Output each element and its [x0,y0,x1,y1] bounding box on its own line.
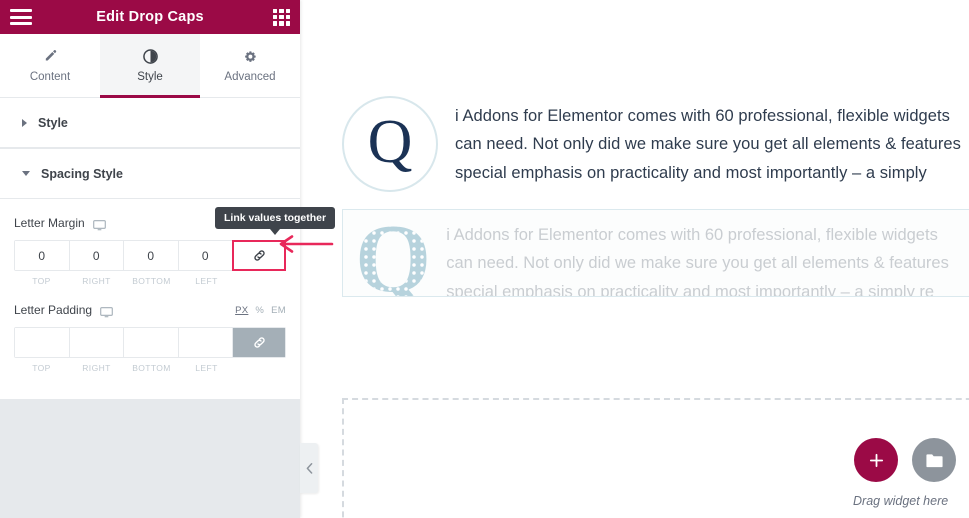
control-letter-padding: Letter Padding PX % EM TOP RIGHT BOTTOM … [14,302,286,373]
paragraph-line: can need. Not only did we make sure you … [446,254,949,273]
section-body-spacing-style: Letter Margin 0 0 0 0 TOP RIGHT BOTTOM L… [0,199,336,399]
dim-label-left: LEFT [195,276,218,286]
hamburger-menu-icon[interactable] [10,9,32,25]
dim-label-top: TOP [32,363,51,373]
desktop-monitor-icon[interactable] [92,218,106,230]
dim-label-right: RIGHT [82,276,111,286]
chevron-left-icon [306,462,312,474]
letter-margin-link-values-button[interactable] [232,240,286,271]
letter-padding-left-input[interactable] [178,328,233,357]
folder-icon [925,453,943,467]
tab-style-label: Style [137,71,163,83]
dim-label-right: RIGHT [82,363,111,373]
link-chain-icon [253,337,265,348]
letter-margin-left-input[interactable]: 0 [178,241,233,270]
letter-padding-bottom-input[interactable] [124,328,179,357]
letter-margin-label: Letter Margin [14,216,85,230]
section-header-style[interactable]: Style [0,98,300,148]
letter-margin-bottom-input[interactable]: 0 [124,241,179,270]
unit-px[interactable]: PX [235,305,248,316]
letter-padding-right-input[interactable] [69,328,124,357]
editor-panel: Edit Drop Caps Content Style Advanced St… [0,0,336,518]
section-style-label: Style [38,115,68,130]
gear-icon [242,48,258,64]
dim-label-top: TOP [32,276,51,286]
dim-label-spacer [234,363,286,373]
chevron-right-icon [22,118,27,127]
dim-label-left: LEFT [195,363,218,373]
panel-tabs: Content Style Advanced [0,34,300,98]
paragraph-line: i Addons for Elementor comes with 60 pro… [446,226,938,244]
panel-collapse-handle[interactable] [300,443,318,493]
widgets-grid-icon[interactable] [273,8,290,26]
editor-canvas: Q i Addons for Elementor comes with 60 p… [300,0,969,518]
drag-widget-hint: Drag widget here [853,494,949,508]
add-widget-button[interactable] [854,438,898,482]
half-circle-contrast-icon [142,48,158,64]
widget-action-buttons [854,438,956,482]
letter-padding-top-input[interactable] [15,328,70,357]
tab-content[interactable]: Content [0,34,100,97]
section-header-spacing-style[interactable]: Spacing Style [0,149,300,199]
control-letter-padding-header: Letter Padding PX % EM [14,302,286,318]
tab-advanced-label: Advanced [224,71,276,83]
dropcap-paragraph: i Addons for Elementor comes with 60 pro… [455,102,961,187]
paragraph-line: i Addons for Elementor comes with 60 pro… [455,107,950,125]
tab-style[interactable]: Style [100,34,200,98]
dropcap-circle: Q [342,96,438,192]
letter-margin-top-input[interactable]: 0 [15,241,70,270]
plus-icon [869,453,883,467]
unit-percent[interactable]: % [255,305,264,316]
letter-padding-label: Letter Padding [14,303,93,317]
dim-label-bottom: BOTTOM [132,276,171,286]
dropcap-letter: Q [367,108,413,176]
panel-title: Edit Drop Caps [96,9,204,25]
dim-label-spacer [234,276,286,286]
paragraph-line: special emphasis on practicality and mos… [446,282,935,297]
template-library-button[interactable] [912,438,956,482]
letter-padding-inputs [14,327,286,358]
letter-padding-link-values-button[interactable] [233,328,285,357]
dropcap-block-primary[interactable]: Q i Addons for Elementor comes with 60 p… [342,96,961,192]
letter-margin-dimension-labels: TOP RIGHT BOTTOM LEFT [14,276,286,286]
dim-label-bottom: BOTTOM [132,363,171,373]
dropcap-paragraph-faded: i Addons for Elementor comes with 60 pro… [446,221,949,297]
letter-margin-right-input[interactable]: 0 [69,241,124,270]
panel-header: Edit Drop Caps [0,0,300,34]
elementor-editor: Edit Drop Caps Content Style Advanced St… [0,0,969,518]
control-letter-margin: Letter Margin 0 0 0 0 TOP RIGHT BOTTOM L… [14,207,336,286]
desktop-monitor-icon[interactable] [100,305,113,317]
dropcap-block-faded[interactable]: Q i Addons for Elementor comes with 60 p… [342,209,969,297]
letter-padding-dimension-labels: TOP RIGHT BOTTOM LEFT [14,363,286,373]
tab-advanced[interactable]: Advanced [200,34,300,97]
chevron-down-icon [22,171,30,176]
letter-padding-unit-switcher: PX % EM [235,305,286,316]
link-values-tooltip: Link values together [215,207,336,235]
link-chain-icon [253,250,265,261]
paragraph-line: special emphasis on practicality and mos… [455,163,927,182]
tab-content-label: Content [29,71,71,83]
paragraph-line: can need. Not only did we make sure you … [455,135,961,154]
section-spacing-style-label: Spacing Style [41,166,123,181]
dropcap-letter-dotted: Q [355,214,432,296]
pencil-icon [42,48,58,64]
unit-em[interactable]: EM [271,305,286,316]
tooltip-text: Link values together [224,212,327,224]
letter-margin-inputs: 0 0 0 0 [14,240,286,271]
